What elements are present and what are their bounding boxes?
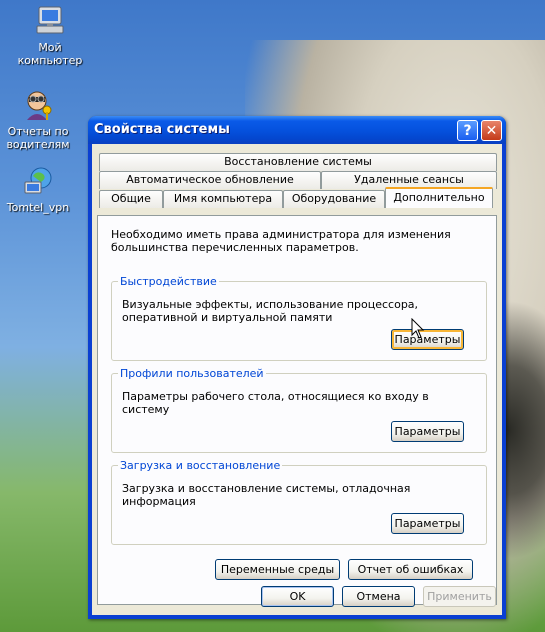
desktop-icon-vpn[interactable]: Tomtel_vpn <box>0 164 76 214</box>
ok-button[interactable]: OK <box>261 586 334 607</box>
cancel-button[interactable]: Отмена <box>342 586 415 607</box>
group-title: Профили пользователей <box>118 367 266 380</box>
network-icon <box>21 164 55 198</box>
user-profiles-settings-button[interactable]: Параметры <box>391 421 464 442</box>
title-bar[interactable]: Свойства системы ? ✕ <box>88 116 506 144</box>
tab-system-restore[interactable]: Восстановление системы <box>99 153 497 171</box>
startup-recovery-settings-button[interactable]: Параметры <box>391 513 464 534</box>
mouse-cursor-icon <box>411 318 425 339</box>
desktop-icon-label: Мой компьютер <box>17 41 83 67</box>
group-startup-recovery: Загрузка и восстановление Загрузка и вос… <box>111 459 487 545</box>
system-properties-window: Свойства системы ? ✕ Восстановление сист… <box>88 116 506 619</box>
admin-rights-note: Необходимо иметь права администратора дл… <box>111 228 451 254</box>
desktop-icon-label: Tomtel_vpn <box>6 201 70 214</box>
group-description: Загрузка и восстановление системы, отлад… <box>122 482 411 508</box>
group-performance: Быстродействие Визуальные эффекты, испол… <box>111 275 487 361</box>
group-title: Загрузка и восстановление <box>118 459 283 472</box>
tab-general[interactable]: Общие <box>99 190 163 208</box>
tab-automatic-updates[interactable]: Автоматическое обновление <box>99 171 321 189</box>
desktop-icon-reports[interactable]: Отчеты по водителям <box>0 88 76 151</box>
tab-computer-name[interactable]: Имя компьютера <box>163 190 283 208</box>
group-description: Параметры рабочего стола, относящиеся ко… <box>122 390 429 416</box>
tab-hardware[interactable]: Оборудование <box>283 190 385 208</box>
dialog-client-area: Восстановление системы Автоматическое об… <box>92 144 502 615</box>
desktop-icon-label: Отчеты по водителям <box>6 125 70 151</box>
desktop-icon-my-computer[interactable]: Мой компьютер <box>12 4 88 67</box>
window-title: Свойства системы <box>94 122 230 137</box>
help-button[interactable]: ? <box>457 120 478 141</box>
error-reporting-button[interactable]: Отчет об ошибках <box>348 559 473 580</box>
environment-variables-button[interactable]: Переменные среды <box>215 559 340 580</box>
apply-button[interactable]: Применить <box>423 586 496 607</box>
group-title: Быстродействие <box>118 275 219 288</box>
group-user-profiles: Профили пользователей Параметры рабочего… <box>111 367 487 453</box>
reports-icon <box>21 88 55 122</box>
close-button[interactable]: ✕ <box>481 120 502 141</box>
my-computer-icon <box>33 4 67 38</box>
tab-advanced[interactable]: Дополнительно <box>385 187 493 208</box>
advanced-tab-panel: Необходимо иметь права администратора дл… <box>97 215 497 605</box>
performance-settings-button[interactable]: Параметры <box>391 329 464 350</box>
